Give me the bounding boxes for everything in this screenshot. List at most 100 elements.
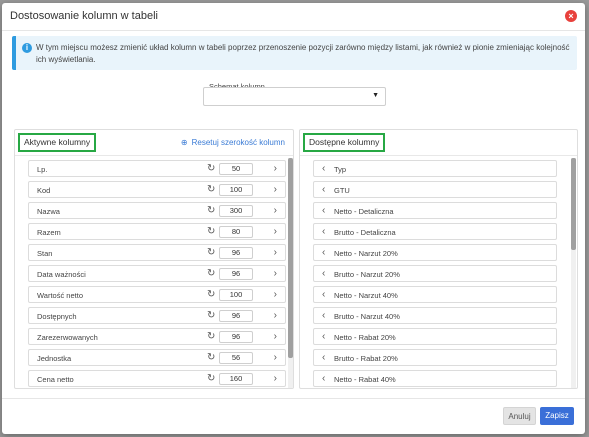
column-name: Jednostka <box>37 354 72 363</box>
active-columns-scroll-thumb[interactable] <box>288 158 293 358</box>
active-column-row[interactable]: Data ważności ↻ 96 › <box>28 265 286 282</box>
caret-down-icon: ▼ <box>372 92 379 99</box>
schema-select[interactable]: ▼ <box>203 87 386 106</box>
available-column-row[interactable]: ‹ Netto - Narzut 20% <box>313 244 557 261</box>
column-width-input[interactable]: 160 <box>219 373 253 385</box>
chevron-right-icon[interactable]: › <box>274 205 277 216</box>
cancel-button[interactable]: Anuluj <box>503 407 536 425</box>
active-column-row[interactable]: Zarezerwowanych ↻ 96 › <box>28 328 286 345</box>
column-width-input[interactable]: 96 <box>219 310 253 322</box>
chevron-left-icon[interactable]: ‹ <box>322 205 325 216</box>
available-columns-scrollbar[interactable] <box>571 158 576 388</box>
save-button[interactable]: Zapisz <box>540 407 574 425</box>
chevron-left-icon[interactable]: ‹ <box>322 184 325 195</box>
column-width-input[interactable]: 300 <box>219 205 253 217</box>
active-columns-panel: Aktywne kolumny ⊕ Resetuj szerokość kolum… <box>14 129 294 389</box>
info-box: i W tym miejscu możesz zmienić układ kol… <box>12 36 577 70</box>
available-columns-title: Dostępne kolumny <box>303 133 386 152</box>
chevron-right-icon[interactable]: › <box>274 289 277 300</box>
active-column-row[interactable]: Cena netto ↻ 160 › <box>28 370 286 387</box>
chevron-right-icon[interactable]: › <box>274 268 277 279</box>
chevron-left-icon[interactable]: ‹ <box>322 247 325 258</box>
available-columns-scroll-thumb[interactable] <box>571 158 576 250</box>
chevron-right-icon[interactable]: › <box>274 163 277 174</box>
close-icon[interactable]: × <box>565 10 577 22</box>
column-name: Stan <box>37 249 53 258</box>
available-column-row[interactable]: ‹ GTU <box>313 181 557 198</box>
column-name: Netto - Narzut 20% <box>334 249 398 258</box>
column-name: Cena netto <box>37 375 74 384</box>
active-column-row[interactable]: Wartość netto ↻ 100 › <box>28 286 286 303</box>
available-column-row[interactable]: ‹ Brutto - Narzut 40% <box>313 307 557 324</box>
column-name: Brutto - Narzut 20% <box>334 270 400 279</box>
reset-widths-link[interactable]: ⊕ Resetuj szerokość kolumn <box>181 138 285 147</box>
column-width-input[interactable]: 50 <box>219 163 253 175</box>
chevron-left-icon[interactable]: ‹ <box>322 331 325 342</box>
refresh-icon[interactable]: ↻ <box>207 226 215 237</box>
column-width-input[interactable]: 100 <box>219 289 253 301</box>
active-column-row[interactable]: Kod ↻ 100 › <box>28 181 286 198</box>
chevron-left-icon[interactable]: ‹ <box>322 310 325 321</box>
active-column-row[interactable]: Razem ↻ 80 › <box>28 223 286 240</box>
chevron-left-icon[interactable]: ‹ <box>322 268 325 279</box>
chevron-left-icon[interactable]: ‹ <box>322 163 325 174</box>
refresh-icon[interactable]: ↻ <box>207 247 215 258</box>
column-width-input[interactable]: 96 <box>219 268 253 280</box>
available-column-row[interactable]: ‹ Brutto - Narzut 20% <box>313 265 557 282</box>
column-name: Netto - Rabat 40% <box>334 375 396 384</box>
chevron-right-icon[interactable]: › <box>274 310 277 321</box>
active-column-row[interactable]: Nazwa ↻ 300 › <box>28 202 286 219</box>
info-text: W tym miejscu możesz zmienić układ kolum… <box>36 43 570 64</box>
reset-icon: ⊕ <box>180 138 188 147</box>
available-column-row[interactable]: ‹ Netto - Narzut 40% <box>313 286 557 303</box>
refresh-icon[interactable]: ↻ <box>207 268 215 279</box>
chevron-left-icon[interactable]: ‹ <box>322 352 325 363</box>
refresh-icon[interactable]: ↻ <box>207 184 215 195</box>
modal-title: Dostosowanie kolumn w tabeli <box>10 10 158 22</box>
refresh-icon[interactable]: ↻ <box>207 352 215 363</box>
refresh-icon[interactable]: ↻ <box>207 205 215 216</box>
column-customization-modal: Dostosowanie kolumn w tabeli × i W tym m… <box>2 3 585 434</box>
active-column-row[interactable]: Jednostka ↻ 56 › <box>28 349 286 366</box>
column-name: Netto - Narzut 40% <box>334 291 398 300</box>
refresh-icon[interactable]: ↻ <box>207 289 215 300</box>
refresh-icon[interactable]: ↻ <box>207 331 215 342</box>
active-column-row[interactable]: Dostępnych ↻ 96 › <box>28 307 286 324</box>
column-width-input[interactable]: 80 <box>219 226 253 238</box>
chevron-left-icon[interactable]: ‹ <box>322 373 325 384</box>
active-columns-header: Aktywne kolumny ⊕ Resetuj szerokość kolum… <box>15 130 293 156</box>
active-column-row[interactable]: Stan ↻ 96 › <box>28 244 286 261</box>
column-width-input[interactable]: 96 <box>219 331 253 343</box>
chevron-right-icon[interactable]: › <box>274 352 277 363</box>
available-column-row[interactable]: ‹ Netto - Rabat 20% <box>313 328 557 345</box>
chevron-left-icon[interactable]: ‹ <box>322 226 325 237</box>
available-column-row[interactable]: ‹ Typ <box>313 160 557 177</box>
active-columns-title: Aktywne kolumny <box>18 133 97 152</box>
chevron-right-icon[interactable]: › <box>274 226 277 237</box>
available-column-row[interactable]: ‹ Netto - Rabat 40% <box>313 370 557 387</box>
available-column-row[interactable]: ‹ Brutto - Rabat 20% <box>313 349 557 366</box>
column-name: Nazwa <box>37 207 60 216</box>
available-columns-header: Dostępne kolumny <box>300 130 577 156</box>
refresh-icon[interactable]: ↻ <box>207 163 215 174</box>
chevron-right-icon[interactable]: › <box>274 184 277 195</box>
refresh-icon[interactable]: ↻ <box>207 373 215 384</box>
column-name: Data ważności <box>37 270 86 279</box>
refresh-icon[interactable]: ↻ <box>207 310 215 321</box>
chevron-right-icon[interactable]: › <box>274 331 277 342</box>
active-columns-scrollbar[interactable] <box>288 158 293 388</box>
available-column-row[interactable]: ‹ Netto - Detaliczna <box>313 202 557 219</box>
column-width-input[interactable]: 96 <box>219 247 253 259</box>
modal-footer: Anuluj Zapisz <box>2 398 585 434</box>
column-name: Netto - Detaliczna <box>334 207 394 216</box>
column-name: Brutto - Rabat 20% <box>334 354 398 363</box>
available-column-row[interactable]: ‹ Brutto - Detaliczna <box>313 223 557 240</box>
column-name: Brutto - Narzut 40% <box>334 312 400 321</box>
chevron-right-icon[interactable]: › <box>274 373 277 384</box>
column-width-input[interactable]: 100 <box>219 184 253 196</box>
active-column-row[interactable]: Lp. ↻ 50 › <box>28 160 286 177</box>
column-width-input[interactable]: 56 <box>219 352 253 364</box>
chevron-right-icon[interactable]: › <box>274 247 277 258</box>
chevron-left-icon[interactable]: ‹ <box>322 289 325 300</box>
column-name: Kod <box>37 186 51 195</box>
